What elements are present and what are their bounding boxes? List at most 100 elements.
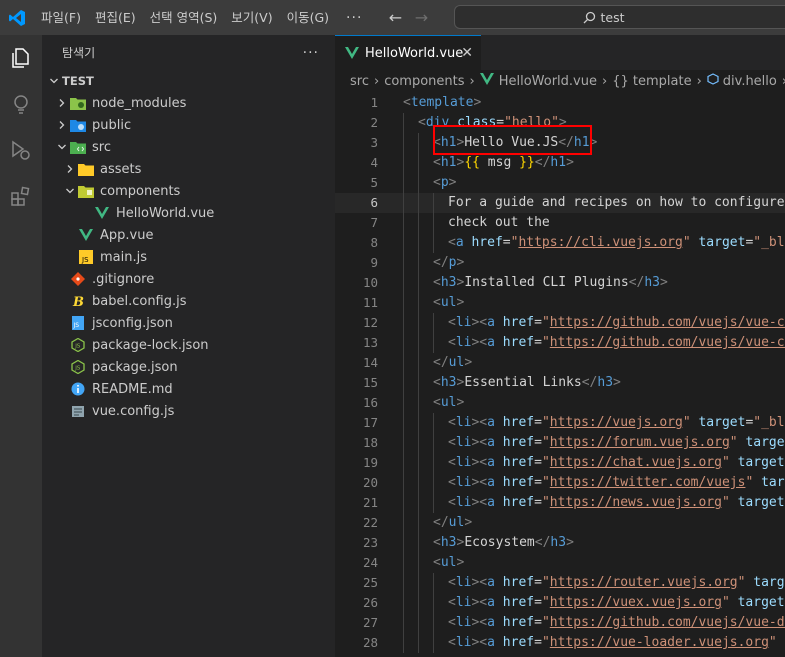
tree-item[interactable]: App.vue: [42, 224, 335, 246]
code-line: 18 <li><a href="https://forum.vuejs.org" …: [335, 433, 785, 453]
code-token: h3: [440, 375, 457, 390]
tab-helloworld-vue[interactable]: HelloWorld.vue ✕: [335, 35, 481, 70]
menu-item[interactable]: 파일(F): [34, 0, 88, 35]
folder-components-icon: [78, 183, 94, 199]
svg-text:JS: JS: [74, 366, 81, 372]
tree-item[interactable]: src: [42, 136, 335, 158]
tree-item[interactable]: vue.config.js: [42, 400, 335, 422]
tree-item[interactable]: Bbabel.config.js: [42, 290, 335, 312]
code-token: ": [541, 635, 550, 650]
menu-item[interactable]: ···: [336, 10, 372, 26]
menu-item[interactable]: 편집(E): [88, 0, 143, 35]
code-token: <: [433, 275, 441, 290]
workspace-section-header[interactable]: TEST: [42, 70, 335, 92]
code-token: <: [448, 455, 456, 470]
code-token: ": [541, 335, 550, 350]
source-control-button[interactable]: [0, 81, 42, 127]
code-line: 23 <h3>Ecosystem</h3>: [335, 533, 785, 553]
svg-text:JS: JS: [81, 256, 89, 264]
line-number: 5: [370, 175, 378, 190]
code-token: ": [541, 595, 550, 610]
code-token: >: [566, 155, 574, 170]
run-debug-button[interactable]: [0, 127, 42, 173]
indent-guide: [433, 473, 434, 493]
code-token: ": [541, 615, 550, 630]
menu-item[interactable]: 이동(G): [280, 0, 336, 35]
tree-item[interactable]: node_modules: [42, 92, 335, 114]
symbol-element-icon: [707, 73, 719, 89]
code-token: ": [541, 415, 550, 430]
code-token: >: [456, 555, 465, 570]
code-text: <h1>{{ msg }}</h1>: [433, 153, 574, 173]
chevron-down-icon: [54, 142, 70, 152]
indent-guide: [433, 453, 434, 473]
tree-item[interactable]: JS main.js: [42, 246, 335, 268]
tree-item[interactable]: components: [42, 180, 335, 202]
code-token: href: [502, 575, 535, 590]
code-token: ": [541, 435, 550, 450]
code-token: p: [440, 175, 449, 190]
code-token: ><: [471, 575, 488, 590]
tree-item[interactable]: README.md: [42, 378, 335, 400]
breadcrumb-item[interactable]: HelloWorld.vue: [499, 74, 597, 89]
indent-guide: [418, 473, 419, 493]
tree-item[interactable]: JS package-lock.json: [42, 334, 335, 356]
back-arrow-icon[interactable]: ←: [382, 8, 408, 27]
close-icon[interactable]: ✕: [461, 45, 473, 61]
code-line: 26 <li><a href="https://vuex.vuejs.org" t…: [335, 593, 785, 613]
code-token: =: [534, 635, 542, 650]
code-token: li: [455, 475, 472, 490]
code-token: ": [682, 415, 691, 430]
bug-play-icon: [12, 140, 30, 160]
indent-guide: [403, 493, 404, 513]
code-token: <: [403, 95, 411, 110]
code-text: <li><a href="https://vuex.vuejs.org" tar…: [448, 593, 785, 613]
code-token: <: [448, 315, 456, 330]
menu-item[interactable]: 선택 영역(S): [143, 0, 225, 35]
code-token: template: [410, 95, 474, 110]
more-actions-button[interactable]: ···: [303, 45, 319, 61]
tab-label: HelloWorld.vue: [365, 45, 464, 61]
line-number: 13: [362, 335, 378, 350]
code-text: check out the: [448, 213, 550, 233]
tree-item[interactable]: assets: [42, 158, 335, 180]
git-icon: [70, 271, 86, 287]
code-token: <: [433, 175, 441, 190]
indent-guide: [433, 333, 434, 353]
code-token: https://forum.vuejs.org: [549, 435, 730, 450]
explorer-button[interactable]: [0, 35, 42, 81]
code-token: h1: [440, 155, 457, 170]
breadcrumb-item[interactable]: div.hello: [723, 74, 777, 89]
svg-text:B: B: [72, 295, 84, 308]
chevron-right-icon: ›: [373, 73, 380, 89]
tree-item[interactable]: JS jsconfig.json: [42, 312, 335, 334]
code-token: ": [541, 455, 550, 470]
extensions-button[interactable]: [0, 173, 42, 219]
tree-item[interactable]: .gitignore: [42, 268, 335, 290]
menu-item[interactable]: 보기(V): [224, 0, 279, 35]
code-token: h1: [550, 155, 567, 170]
tree-item[interactable]: JS package.json: [42, 356, 335, 378]
code-token: target: [698, 415, 746, 430]
breadcrumb-item[interactable]: components: [384, 74, 464, 89]
code-token: >: [464, 355, 473, 370]
code-token: >: [473, 95, 482, 110]
tree-item[interactable]: HelloWorld.vue: [42, 202, 335, 224]
file-tree: node_modules public src assets components Hel…: [42, 92, 335, 422]
breadcrumb-item[interactable]: {} template: [612, 74, 691, 89]
code-token: =: [534, 615, 542, 630]
indent-guide: [418, 573, 419, 593]
command-center-search[interactable]: test: [454, 5, 785, 29]
forward-arrow-icon[interactable]: →: [408, 8, 434, 27]
code-token: <: [448, 475, 456, 490]
code-editor[interactable]: 1 <template> 2 <div class="hello"> 3 <h1>Hell…: [335, 92, 785, 657]
line-number: 2: [370, 115, 378, 130]
chevron-right-icon: [54, 120, 70, 130]
tree-item[interactable]: public: [42, 114, 335, 136]
breadcrumb-item[interactable]: src: [350, 74, 369, 89]
indent-guide: [418, 633, 419, 653]
